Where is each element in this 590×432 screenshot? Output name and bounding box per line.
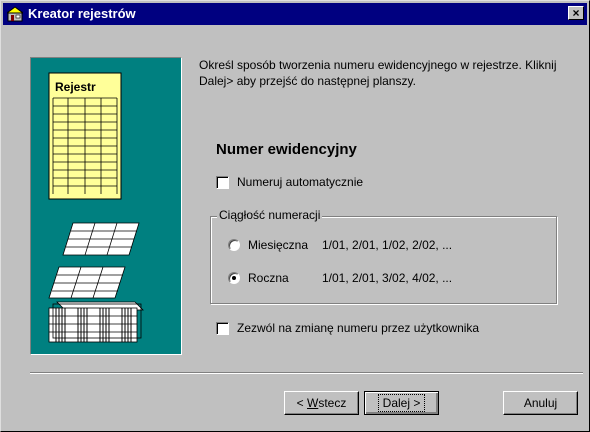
cancel-label: Anuluj xyxy=(523,396,558,410)
numbering-continuity-group: Ciągłość numeracji xyxy=(210,208,557,304)
divider xyxy=(30,372,583,374)
cancel-button[interactable]: Anuluj xyxy=(503,391,578,415)
radio-button[interactable] xyxy=(228,239,240,251)
radio-yearly[interactable]: Roczna 1/01, 2/01, 3/02, 4/02, ... xyxy=(228,271,452,285)
title-bar[interactable]: Kreator rejestrów × xyxy=(3,3,587,25)
checkbox-box[interactable] xyxy=(216,175,229,189)
intro-text: Określ sposób tworzenia numeru ewidencyj… xyxy=(199,58,557,88)
radio-yearly-example: 1/01, 2/01, 3/02, 4/02, ... xyxy=(322,271,453,285)
back-mnemonic: W xyxy=(307,396,319,410)
register-illustration-graphic: Rejestr xyxy=(48,72,144,343)
wizard-icon xyxy=(7,6,23,22)
close-icon: × xyxy=(572,6,580,20)
allow-change-checkbox[interactable]: Zezwól na zmianę numeru przez użytkownik… xyxy=(216,321,479,335)
allow-change-label: Zezwól na zmianę numeru przez użytkownik… xyxy=(237,321,480,335)
group-legend: Ciągłość numeracji xyxy=(217,208,323,222)
back-button[interactable]: < Wstecz xyxy=(284,391,359,415)
wizard-window: Kreator rejestrów × Rejestr Określ sposó… xyxy=(0,0,590,432)
register-doc-title: Rejestr xyxy=(55,80,96,94)
wizard-illustration: Rejestr xyxy=(30,57,182,355)
radio-monthly-example: 1/01, 2/01, 1/02, 2/02, ... xyxy=(322,238,453,252)
back-prefix: < xyxy=(296,396,307,410)
radio-monthly-label: Miesięczna xyxy=(248,238,309,252)
next-button[interactable]: Dalej > xyxy=(364,391,439,415)
auto-number-checkbox[interactable]: Numeruj automatycznie xyxy=(216,175,363,189)
radio-monthly[interactable]: Miesięczna 1/01, 2/01, 1/02, 2/02, ... xyxy=(228,238,452,252)
window-title: Kreator rejestrów xyxy=(28,6,136,21)
close-button[interactable]: × xyxy=(568,6,584,20)
radio-button-selected[interactable] xyxy=(228,272,240,284)
auto-number-label: Numeruj automatycznie xyxy=(237,175,364,189)
next-label: Dalej > xyxy=(377,394,426,412)
section-title: Numer ewidencyjny xyxy=(216,141,357,158)
back-rest: stecz xyxy=(318,396,347,410)
checkbox-box[interactable] xyxy=(216,321,229,335)
radio-yearly-label: Roczna xyxy=(248,271,289,285)
